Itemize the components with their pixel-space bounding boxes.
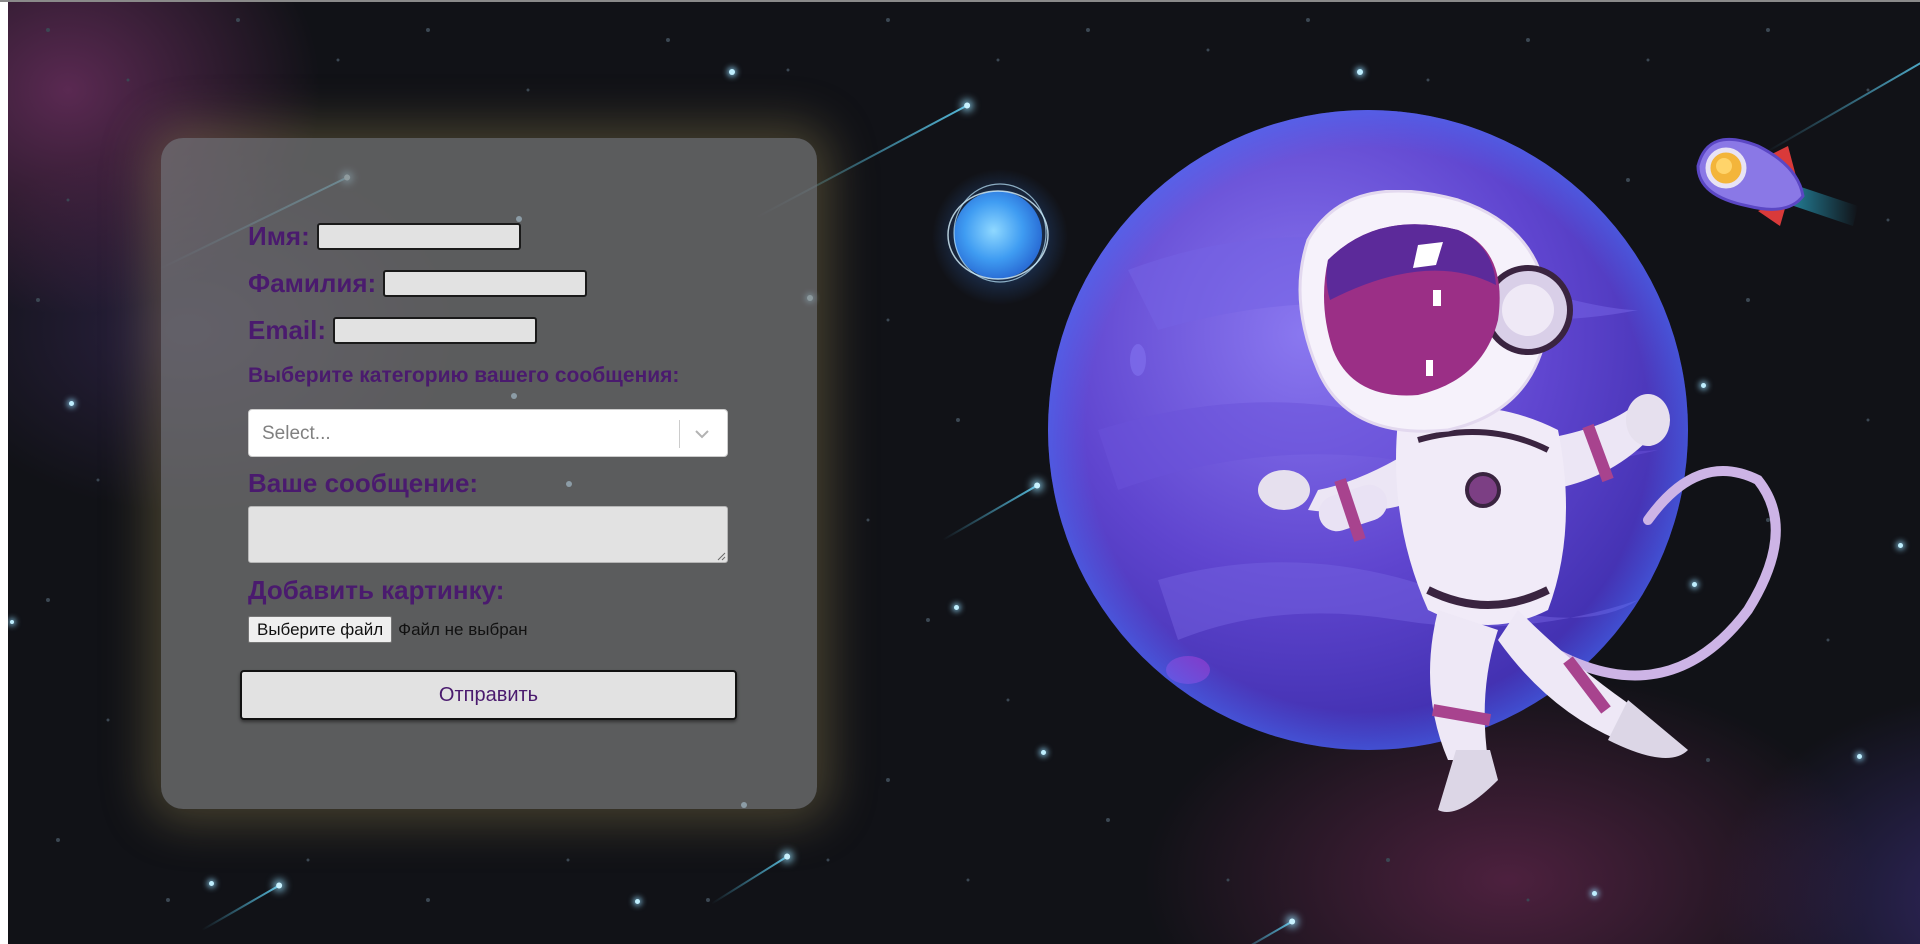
first-name-label: Имя: xyxy=(248,221,310,251)
chevron-down-icon[interactable] xyxy=(692,424,712,444)
file-picker: Выберите файл Файл не выбран xyxy=(248,616,528,643)
submit-button[interactable]: Отправить xyxy=(240,670,737,720)
category-placeholder: Select... xyxy=(262,423,331,444)
top-border xyxy=(0,0,1920,2)
bright-star xyxy=(954,605,959,610)
contact-form: Имя: Фамилия: Email: Выберите категорию … xyxy=(161,138,817,809)
first-name-input[interactable] xyxy=(316,223,521,250)
message-label: Ваше сообщение: xyxy=(248,468,479,498)
category-label: Выберите категорию вашего сообщения: xyxy=(248,364,680,387)
email-input[interactable] xyxy=(333,317,538,344)
bright-star xyxy=(635,899,640,904)
star-overlay xyxy=(741,802,747,808)
last-name-label: Фамилия: xyxy=(248,268,377,298)
rocket-illustration xyxy=(1696,137,1858,226)
last-name-input[interactable] xyxy=(383,270,588,297)
select-separator xyxy=(679,420,680,448)
email-label: Email: xyxy=(248,315,327,345)
bright-star xyxy=(729,69,735,75)
file-status: Файл не выбран xyxy=(398,619,528,639)
bright-star xyxy=(1857,754,1862,759)
message-textarea[interactable] xyxy=(248,506,728,563)
category-select[interactable]: Select... xyxy=(248,409,728,457)
bright-star xyxy=(1898,543,1903,548)
bright-star xyxy=(1592,891,1597,896)
bright-star xyxy=(10,620,14,624)
bright-star xyxy=(209,881,214,886)
image-label: Добавить картинку: xyxy=(248,575,505,605)
astronaut-illustration xyxy=(1258,190,1781,812)
choose-file-button[interactable]: Выберите файл xyxy=(248,616,393,643)
space-background: Имя: Фамилия: Email: Выберите категорию … xyxy=(8,0,1920,944)
star-overlay xyxy=(566,481,572,487)
resize-grip-icon[interactable] xyxy=(716,551,726,561)
star-overlay xyxy=(511,393,517,399)
bright-star xyxy=(1357,69,1363,75)
bright-star xyxy=(69,401,74,406)
